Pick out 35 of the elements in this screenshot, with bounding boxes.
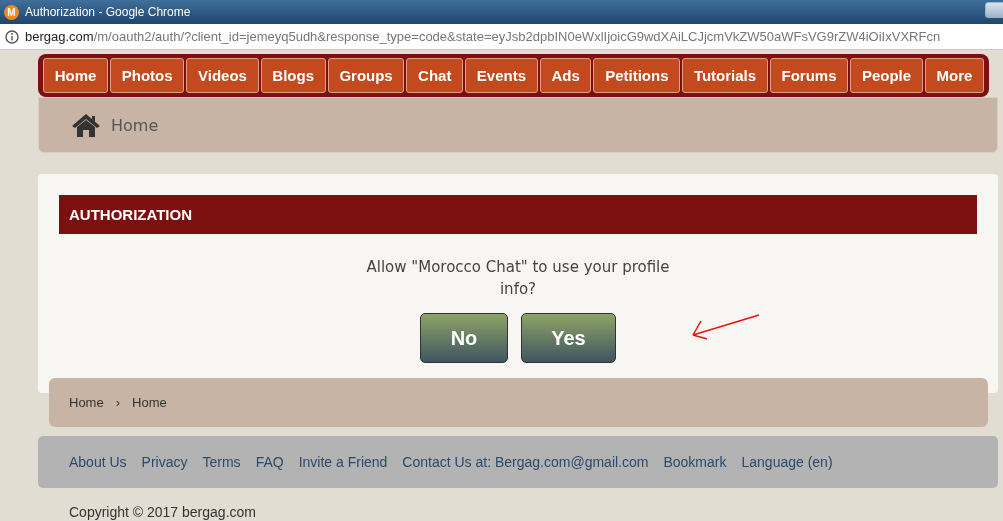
copyright-text: Copyright © 2017 bergag.com [69, 504, 257, 520]
nav-button[interactable]: Forums [769, 58, 849, 93]
info-icon[interactable] [5, 29, 19, 44]
nav-button[interactable]: Events [465, 58, 538, 93]
nav-button[interactable]: Videos [186, 58, 259, 93]
nav-button[interactable]: Groups [327, 58, 405, 93]
dialog-title: AUTHORIZATION [59, 195, 977, 234]
footer-link[interactable]: FAQ [255, 454, 284, 470]
breadcrumb-separator: › [115, 395, 121, 410]
footer-link[interactable]: Privacy [141, 454, 188, 470]
breadcrumb-link[interactable]: Home [111, 115, 159, 135]
window-title: Authorization - Google Chrome [25, 5, 191, 19]
annotation-arrow [689, 313, 761, 341]
nav-button[interactable]: Ads [539, 58, 592, 93]
yes-button[interactable]: Yes [521, 313, 616, 363]
nav-button[interactable]: Tutorials [682, 58, 768, 93]
nav-button[interactable]: Home [43, 58, 109, 93]
app-logo: M [4, 4, 19, 20]
footer-link[interactable]: Language (en) [741, 454, 833, 470]
nav-button[interactable]: Chat [406, 58, 464, 93]
footer-link[interactable]: Invite a Friend [298, 454, 388, 470]
footer-link[interactable]: Bookmark [663, 454, 727, 470]
footer-link[interactable]: Terms [202, 454, 241, 470]
nav-button[interactable]: Photos [110, 58, 185, 93]
breadcrumb-link[interactable]: Home [132, 395, 167, 410]
nav-button[interactable]: Blogs [260, 58, 326, 93]
nav-button[interactable]: More [924, 58, 985, 93]
nav-button[interactable]: People [850, 58, 923, 93]
nav-button[interactable]: Petitions [593, 58, 681, 93]
breadcrumb-link[interactable]: Home [69, 395, 104, 410]
home-icon[interactable] [71, 113, 101, 137]
no-button[interactable]: No [420, 313, 508, 363]
footer-link[interactable]: About Us [69, 454, 127, 470]
dialog-message: Allow "Morocco Chat" to use your profile info? [365, 257, 671, 300]
footer-link[interactable]: Contact Us at: Bergag.com@gmail.com [402, 454, 649, 470]
